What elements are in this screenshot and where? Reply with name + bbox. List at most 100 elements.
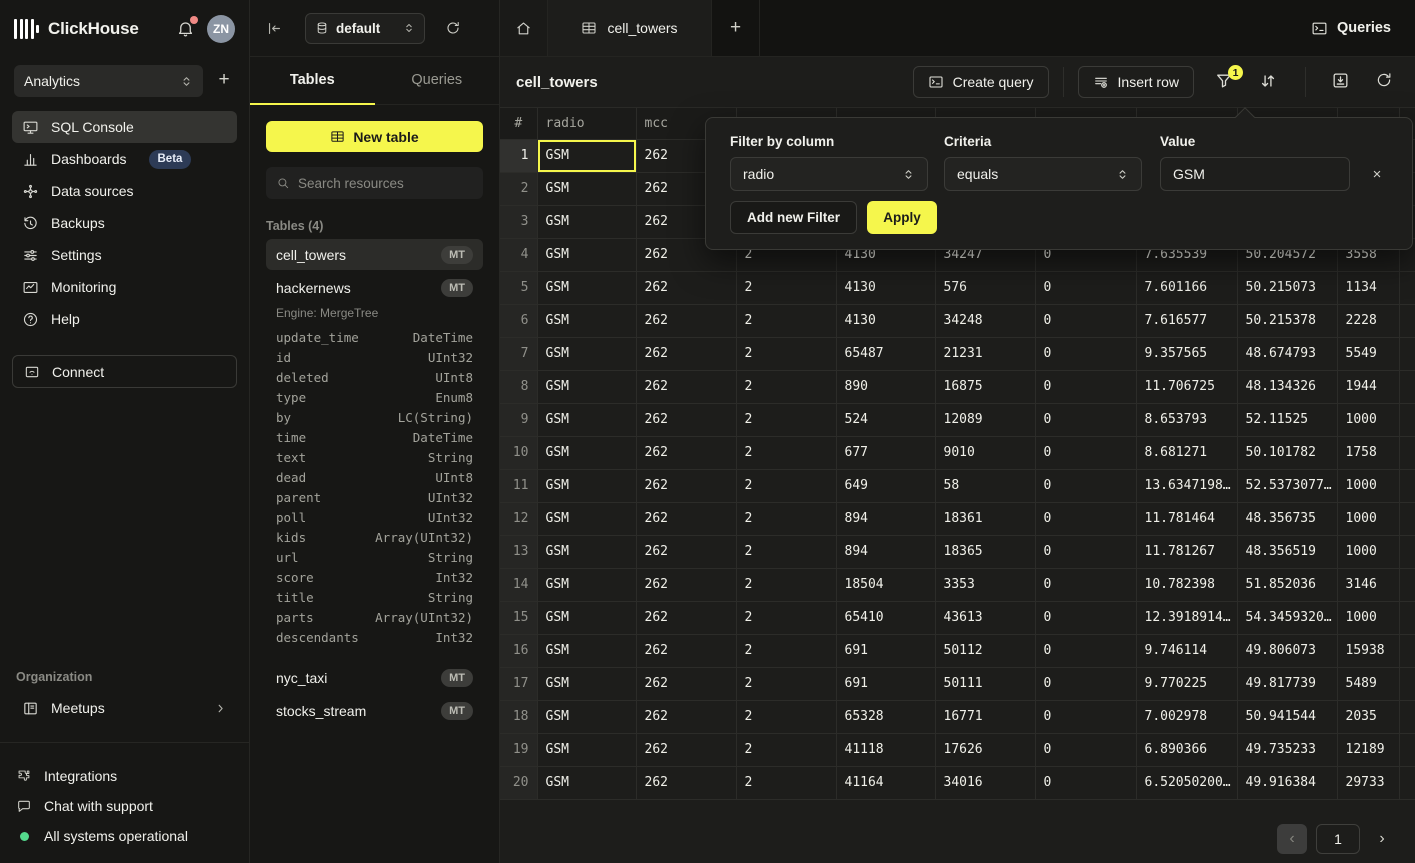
workspace-select[interactable]: Analytics [14, 65, 203, 97]
grid-cell[interactable]: 3353 [935, 568, 1035, 601]
grid-cell[interactable]: 21231 [935, 337, 1035, 370]
tab-tables[interactable]: Tables [250, 57, 375, 105]
create-query-button[interactable]: Create query [913, 66, 1049, 98]
grid-cell[interactable]: 7.616577 [1136, 304, 1237, 337]
grid-cell[interactable]: 262 [636, 733, 736, 766]
grid-cell[interactable]: 2 [736, 469, 836, 502]
grid-cell[interactable]: 4130 [836, 304, 935, 337]
filter-button[interactable]: 1 [1214, 71, 1236, 93]
sidebar-item-monitoring[interactable]: Monitoring [12, 271, 237, 303]
grid-cell[interactable]: 262 [636, 667, 736, 700]
grid-cell[interactable]: GSM [537, 370, 636, 403]
grid-cell[interactable]: GSM [537, 568, 636, 601]
grid-cell[interactable]: 2 [736, 370, 836, 403]
grid-cell[interactable]: 49.806073 [1237, 634, 1337, 667]
grid-cell[interactable]: GSM [537, 304, 636, 337]
table-list-item-stocks-stream[interactable]: stocks_streamMT [266, 695, 483, 726]
grid-cell[interactable]: GSM [537, 766, 636, 799]
table-list-item-cell-towers[interactable]: cell_towersMT [266, 239, 483, 270]
grid-cell[interactable]: 8.653793 [1136, 403, 1237, 436]
refresh-database-icon[interactable] [445, 20, 461, 36]
grid-cell[interactable]: 2 [736, 271, 836, 304]
grid-cell[interactable]: 890 [836, 370, 935, 403]
grid-cell[interactable]: 0 [1035, 370, 1136, 403]
grid-cell[interactable]: 0 [1035, 304, 1136, 337]
queries-button[interactable]: Queries [1311, 0, 1415, 56]
grid-cell[interactable]: 2 [736, 304, 836, 337]
avatar[interactable]: ZN [207, 15, 235, 43]
grid-cell[interactable]: 58 [935, 469, 1035, 502]
grid-cell[interactable]: 2 [736, 403, 836, 436]
grid-cell[interactable]: 6.52050200… [1136, 766, 1237, 799]
new-tab-button[interactable]: + [712, 0, 760, 56]
grid-cell[interactable]: 13.6347198… [1136, 469, 1237, 502]
grid-cell[interactable]: 0 [1035, 271, 1136, 304]
grid-cell[interactable]: 262 [636, 634, 736, 667]
grid-cell[interactable]: 2035 [1337, 700, 1399, 733]
grid-cell[interactable]: 11.781267 [1136, 535, 1237, 568]
grid-cell[interactable]: 48.356735 [1237, 502, 1337, 535]
grid-cell[interactable]: 11.706725 [1136, 370, 1237, 403]
grid-cell[interactable]: 9.357565 [1136, 337, 1237, 370]
grid-cell[interactable]: 262 [636, 337, 736, 370]
grid-cell[interactable]: GSM [537, 205, 636, 238]
grid-cell[interactable]: 2 [736, 568, 836, 601]
grid-cell[interactable]: 0 [1035, 766, 1136, 799]
grid-cell[interactable]: 11.781464 [1136, 502, 1237, 535]
apply-filter-button[interactable]: Apply [867, 201, 937, 234]
insert-row-button[interactable]: Insert row [1078, 66, 1194, 98]
grid-cell[interactable]: 5549 [1337, 337, 1399, 370]
sidebar-item-settings[interactable]: Settings [12, 239, 237, 271]
grid-cell[interactable]: 0 [1035, 568, 1136, 601]
grid-cell[interactable]: 524 [836, 403, 935, 436]
grid-cell[interactable]: 18361 [935, 502, 1035, 535]
add-workspace-button[interactable]: + [213, 70, 235, 92]
grid-cell[interactable]: 51.852036 [1237, 568, 1337, 601]
sidebar-item-backups[interactable]: Backups [12, 207, 237, 239]
grid-cell[interactable]: 7.002978 [1136, 700, 1237, 733]
database-select[interactable]: default [305, 13, 425, 44]
grid-cell-selected[interactable]: GSM [537, 139, 636, 172]
sort-button[interactable] [1258, 71, 1280, 93]
grid-cell[interactable]: 52.11525 [1237, 403, 1337, 436]
grid-cell[interactable]: 262 [636, 370, 736, 403]
grid-cell[interactable]: 18365 [935, 535, 1035, 568]
grid-cell[interactable]: 0 [1035, 436, 1136, 469]
grid-cell[interactable]: 18504 [836, 568, 935, 601]
grid-cell[interactable]: 0 [1035, 634, 1136, 667]
grid-cell[interactable]: 1000 [1337, 535, 1399, 568]
sidebar-item-data-sources[interactable]: Data sources [12, 175, 237, 207]
next-page-button[interactable]: › [1369, 824, 1395, 854]
grid-cell[interactable]: 2 [736, 601, 836, 634]
grid-cell[interactable]: 262 [636, 568, 736, 601]
grid-cell[interactable]: 0 [1035, 337, 1136, 370]
grid-cell[interactable]: 49.735233 [1237, 733, 1337, 766]
grid-cell[interactable]: 5489 [1337, 667, 1399, 700]
grid-cell[interactable]: GSM [537, 436, 636, 469]
remove-filter-button[interactable]: × [1366, 166, 1388, 183]
refresh-button[interactable] [1375, 71, 1397, 93]
sidebar-item-meetups[interactable]: Meetups [12, 692, 237, 724]
grid-cell[interactable]: 16771 [935, 700, 1035, 733]
grid-cell[interactable]: 48.356519 [1237, 535, 1337, 568]
grid-cell[interactable]: 50.101782 [1237, 436, 1337, 469]
grid-cell[interactable]: 12.3918914… [1136, 601, 1237, 634]
grid-cell[interactable]: 48.674793 [1237, 337, 1337, 370]
grid-cell[interactable]: 50.941544 [1237, 700, 1337, 733]
grid-cell[interactable]: 15938 [1337, 634, 1399, 667]
grid-cell[interactable]: 0 [1035, 403, 1136, 436]
grid-cell[interactable]: GSM [537, 469, 636, 502]
sidebar-item-integrations[interactable]: Integrations [16, 761, 233, 791]
grid-cell[interactable]: 49.817739 [1237, 667, 1337, 700]
previous-page-button[interactable]: ‹ [1277, 824, 1307, 854]
grid-cell[interactable]: 691 [836, 667, 935, 700]
grid-cell[interactable]: GSM [537, 733, 636, 766]
tab-queries[interactable]: Queries [375, 57, 500, 105]
grid-cell[interactable]: 1000 [1337, 403, 1399, 436]
grid-cell[interactable]: GSM [537, 502, 636, 535]
grid-cell[interactable]: 34016 [935, 766, 1035, 799]
grid-cell[interactable]: 0 [1035, 502, 1136, 535]
grid-cell[interactable]: 16875 [935, 370, 1035, 403]
grid-cell[interactable]: 262 [636, 535, 736, 568]
grid-cell[interactable]: 262 [636, 469, 736, 502]
